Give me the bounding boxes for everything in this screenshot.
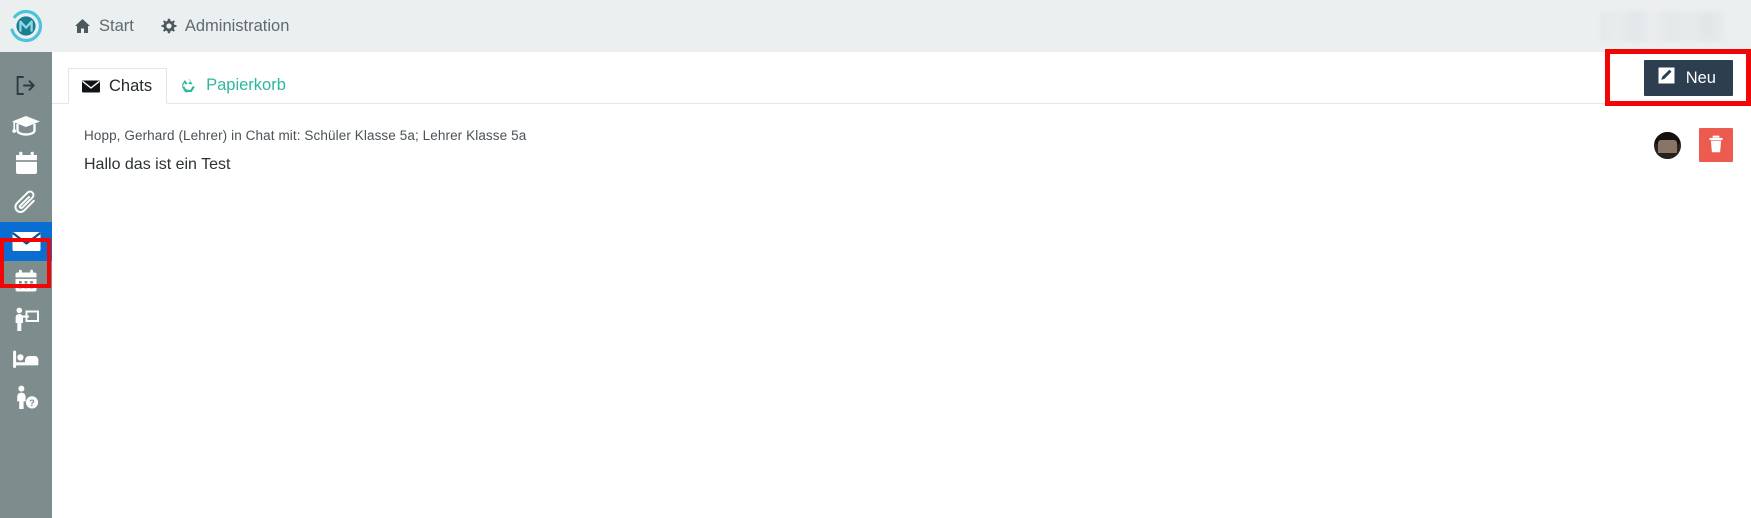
main-content: Chats Papierkorb Neu Hopp, Gerhard (Lehr…: [52, 49, 1751, 518]
logout-icon: [16, 76, 36, 95]
tab-papierkorb-label: Papierkorb: [206, 75, 286, 94]
sidebar-item-help[interactable]: ?: [0, 378, 52, 417]
sidebar-item-messages[interactable]: [0, 222, 52, 261]
teacher-board-icon: [13, 307, 39, 332]
chat-list-item[interactable]: Hopp, Gerhard (Lehrer) in Chat mit: Schü…: [52, 104, 1751, 194]
sidebar-item-boarding[interactable]: [0, 339, 52, 378]
schulportal-logo-icon: [9, 9, 43, 43]
app-header: Start Administration: [0, 0, 1751, 52]
calendar-icon: [14, 151, 39, 176]
graduation-cap-icon: [11, 114, 41, 136]
sidebar-item-logout[interactable]: [0, 66, 52, 105]
trash-icon: [1708, 135, 1724, 156]
chat-row-actions: [1654, 128, 1733, 162]
gear-icon: [160, 18, 177, 35]
home-icon: [74, 18, 91, 34]
sidebar-item-classes[interactable]: [0, 105, 52, 144]
chat-preview-text: Hallo das ist ein Test: [84, 156, 231, 174]
avatar-shadow: [1654, 152, 1681, 159]
envelope-icon: [11, 231, 41, 252]
envelope-icon: [82, 80, 100, 93]
sidebar-item-lessons[interactable]: [0, 300, 52, 339]
topnav-label-start: Start: [99, 16, 134, 35]
tab-bar: Chats Papierkorb Neu: [52, 49, 1751, 106]
new-message-button[interactable]: Neu: [1643, 60, 1733, 96]
tab-chats-label: Chats: [109, 76, 153, 95]
top-navigation: Start Administration: [74, 0, 289, 52]
delete-chat-button[interactable]: [1699, 128, 1733, 162]
new-message-label: Neu: [1685, 68, 1716, 87]
svg-text:?: ?: [29, 398, 35, 408]
recycle-icon: [180, 77, 197, 93]
bed-icon: [12, 350, 40, 368]
topnav-label-administration: Administration: [184, 16, 290, 35]
app-logo[interactable]: [0, 0, 52, 52]
avatar: [1654, 131, 1681, 159]
sidebar-item-timetable[interactable]: [0, 261, 52, 300]
topnav-item-start[interactable]: Start: [74, 18, 134, 35]
person-help-icon: ?: [13, 385, 39, 410]
sidebar-item-calendar[interactable]: [0, 144, 52, 183]
chat-list: Hopp, Gerhard (Lehrer) in Chat mit: Schü…: [52, 104, 1751, 194]
tab-chats[interactable]: Chats: [68, 68, 168, 104]
chat-participants: Hopp, Gerhard (Lehrer) in Chat mit: Schü…: [84, 128, 527, 143]
tab-papierkorb[interactable]: Papierkorb: [167, 67, 300, 103]
account-area-redacted: [1600, 11, 1727, 42]
paperclip-icon: [13, 190, 39, 215]
calendar-grid-icon: [14, 269, 38, 293]
pencil-square-icon: [1658, 67, 1675, 89]
topnav-item-administration[interactable]: Administration: [160, 16, 290, 35]
sidebar-item-attachments[interactable]: [0, 183, 52, 222]
left-sidebar: ?: [0, 52, 52, 518]
